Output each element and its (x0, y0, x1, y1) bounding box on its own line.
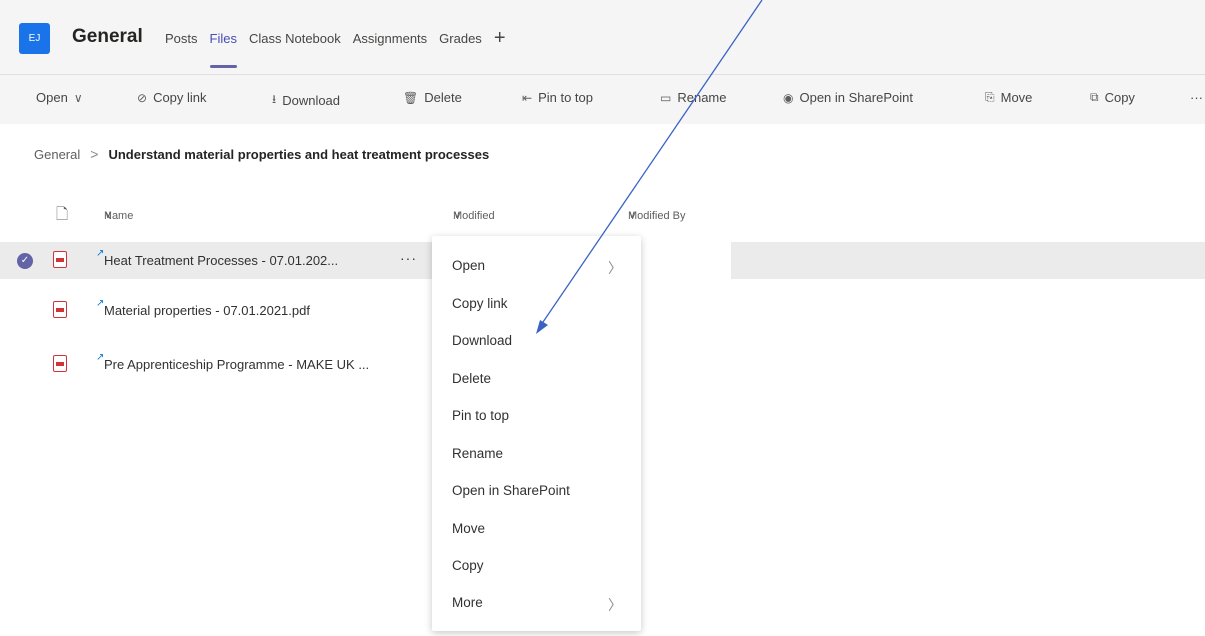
menu-item-download[interactable]: Download (452, 333, 512, 348)
breadcrumb: General > Understand material properties… (34, 146, 489, 162)
name-column-label: Name (104, 210, 134, 222)
delete-label: Delete (424, 90, 462, 105)
download-icon: ⭳ (272, 92, 277, 106)
menu-item-pin-to-top[interactable]: Pin to top (452, 408, 509, 423)
tab-class-notebook[interactable]: Class Notebook (249, 31, 341, 46)
chevron-right-icon: 〉 (608, 597, 622, 613)
add-tab-button[interactable]: + (494, 28, 506, 48)
tab-files[interactable]: Files (209, 31, 238, 68)
breadcrumb-current: Understand material properties and heat … (108, 146, 490, 162)
name-column-header[interactable]: Name ∨ (104, 208, 133, 222)
open-label: Open (36, 90, 68, 105)
rename-icon: ▭ (660, 90, 672, 105)
channel-title: General (72, 26, 143, 47)
delete-button[interactable]: 🗑 Delete (403, 90, 462, 105)
header-divider (0, 74, 1205, 75)
modified-column-header[interactable]: Modified ∨ (453, 208, 495, 222)
download-button[interactable]: ⭳ Download (272, 90, 340, 111)
move-icon: ⎘ (985, 90, 995, 104)
copy-label: Copy (1104, 90, 1135, 105)
rename-label: Rename (677, 90, 727, 105)
open-in-sharepoint-button[interactable]: ◉ Open in SharePoint (783, 90, 913, 105)
menu-item-more-label: More (452, 595, 483, 610)
move-label: Move (1000, 90, 1033, 105)
files-toolbar: Open ∨ ⊘ Copy link ⭳ Download 🗑 Delete ⇤… (0, 76, 1205, 120)
copy-icon: ⧉ (1090, 90, 1099, 104)
selected-check-icon[interactable]: ✓ (17, 253, 33, 269)
menu-item-rename[interactable]: Rename (452, 446, 503, 461)
copy-button[interactable]: ⧉ Copy (1090, 90, 1135, 105)
sharepoint-icon: ◉ (783, 90, 794, 105)
modified-by-column-header[interactable]: Modified By ∨ (628, 208, 685, 222)
team-avatar[interactable]: EJ (19, 23, 50, 54)
menu-item-open[interactable]: Open 〉 (452, 258, 622, 276)
chevron-right-icon: 〉 (608, 260, 622, 276)
tab-posts[interactable]: Posts (165, 31, 198, 46)
pdf-file-icon (53, 355, 67, 372)
link-icon: ⊘ (137, 90, 148, 105)
file-type-header-icon[interactable]: 🗋 (56, 204, 68, 229)
pdf-file-icon (53, 251, 67, 268)
file-name[interactable]: Heat Treatment Processes - 07.01.202... (104, 253, 338, 268)
open-button[interactable]: Open ∨ (36, 90, 83, 105)
pdf-file-icon (53, 301, 67, 318)
file-name[interactable]: Pre Apprenticeship Programme - MAKE UK .… (104, 357, 369, 372)
open-in-sharepoint-label: Open in SharePoint (799, 90, 913, 105)
teams-header: EJ General Posts Files Class Notebook As… (0, 0, 1205, 74)
download-label: Download (282, 93, 341, 108)
menu-item-copy-link[interactable]: Copy link (452, 296, 508, 311)
modified-by-column-label: Modified By (628, 210, 686, 222)
copy-link-label: Copy link (153, 90, 207, 105)
more-icon: ··· (1190, 90, 1203, 105)
pin-icon: ⇤ (522, 90, 533, 105)
rename-button[interactable]: ▭ Rename (660, 90, 726, 105)
tab-assignments[interactable]: Assignments (353, 31, 427, 46)
breadcrumb-separator: > (90, 146, 99, 162)
menu-item-copy[interactable]: Copy (452, 558, 484, 573)
row-more-button[interactable]: ··· (400, 250, 417, 266)
menu-item-delete[interactable]: Delete (452, 371, 491, 386)
trash-icon: 🗑 (403, 90, 419, 105)
menu-item-more[interactable]: More 〉 (452, 595, 622, 613)
more-actions-button[interactable]: ··· (1190, 90, 1203, 105)
context-menu: Open 〉 Copy link Download Delete Pin to … (432, 236, 641, 631)
channel-tabs: Posts Files Class Notebook Assignments G… (165, 28, 506, 68)
copy-link-button[interactable]: ⊘ Copy link (137, 90, 207, 105)
menu-item-move[interactable]: Move (452, 521, 485, 536)
tab-grades[interactable]: Grades (439, 31, 482, 46)
pin-to-top-button[interactable]: ⇤ Pin to top (522, 90, 593, 105)
file-name[interactable]: Material properties - 07.01.2021.pdf (104, 303, 310, 318)
modified-column-label: Modified (453, 210, 495, 222)
menu-item-open-label: Open (452, 258, 486, 273)
row-selection-overlay (641, 242, 731, 408)
breadcrumb-root[interactable]: General (34, 147, 80, 162)
column-headers: 🗋 Name ∨ Modified ∨ Modified By ∨ (0, 206, 1205, 230)
pin-to-top-label: Pin to top (538, 90, 593, 105)
chevron-down-icon: ∨ (73, 90, 83, 105)
move-button[interactable]: ⎘ Move (985, 90, 1032, 105)
menu-item-open-in-sharepoint[interactable]: Open in SharePoint (452, 483, 570, 498)
